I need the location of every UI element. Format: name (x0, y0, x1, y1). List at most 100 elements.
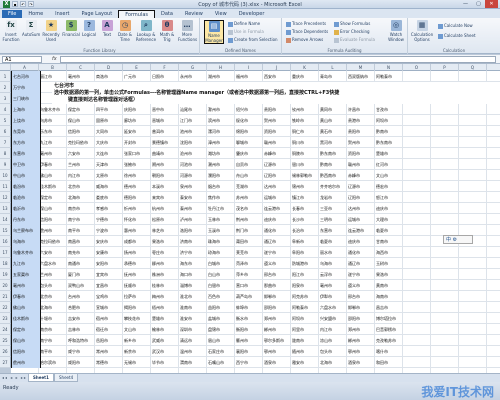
trace-precedents-button[interactable]: Trace Precedents (286, 20, 326, 27)
grid-cell[interactable]: 本溪市 (151, 181, 179, 192)
grid-cell[interactable]: 淮北市 (179, 291, 207, 302)
grid-cell[interactable]: 泰安市 (179, 192, 207, 203)
date-time-button[interactable]: ◷ Date & Time (116, 20, 134, 44)
grid-cell[interactable]: 楚雄市 (151, 313, 179, 324)
selected-cell[interactable]: 东莞市 (11, 126, 41, 137)
grid-cell[interactable]: 黄山市 (319, 115, 347, 126)
grid-cell[interactable]: 海东市 (179, 258, 207, 269)
row-header[interactable]: 26 (0, 346, 11, 357)
grid-cell[interactable]: 辽阳市 (263, 170, 291, 181)
grid-cell[interactable]: 拉萨市 (123, 291, 151, 302)
grid-cell[interactable]: 绥化市 (235, 115, 263, 126)
grid-cell[interactable]: 日照市 (151, 71, 179, 82)
selected-cell[interactable]: 保山市 (11, 335, 41, 346)
grid-cell[interactable]: 桂林市 (151, 280, 179, 291)
error-checking-button[interactable]: Error Checking (334, 28, 370, 35)
grid-cell[interactable]: 朔州市 (151, 159, 179, 170)
grid-cell[interactable]: 黔南市 (375, 126, 403, 137)
grid-cell[interactable]: 楚雄市 (375, 148, 403, 159)
grid-cell[interactable]: 晋城市 (151, 115, 179, 126)
selected-cell[interactable]: 佳木斯市 (11, 313, 41, 324)
grid-cell[interactable]: 宜昌市 (95, 280, 123, 291)
grid-cell[interactable]: 酒泉市 (263, 357, 291, 368)
grid-cell[interactable]: 亳州市 (319, 280, 347, 291)
row-header[interactable]: 8 (0, 148, 11, 159)
grid-cell[interactable]: 泸州市 (179, 214, 207, 225)
grid-cell[interactable]: 淄博市 (179, 280, 207, 291)
grid-cell[interactable]: 南平市 (39, 346, 67, 357)
selected-cell[interactable]: 乌海市 (11, 236, 41, 247)
grid-cell[interactable]: 喀什市 (375, 346, 403, 357)
grid-cell[interactable]: 临夏市 (319, 236, 347, 247)
logical-button[interactable]: ? Logical (80, 20, 98, 44)
grid-cell[interactable]: 牡丹江市 (207, 203, 235, 214)
grid-cell[interactable]: 三亚市 (319, 203, 347, 214)
grid-cell[interactable]: 鄂州市 (263, 346, 291, 357)
tab-review[interactable]: Review (179, 10, 209, 18)
grid-cell[interactable]: 沈阳市 (179, 137, 207, 148)
grid-cell[interactable]: 泉州市 (179, 181, 207, 192)
grid-cell[interactable]: 辽源市 (347, 181, 375, 192)
grid-cell[interactable]: 阳江市 (291, 269, 319, 280)
minimize-icon[interactable]: — (459, 0, 472, 8)
grid-cell[interactable]: 果洛市 (375, 269, 403, 280)
grid-cell[interactable]: 北京市 (67, 181, 95, 192)
grid-cell[interactable]: 甘南市 (375, 236, 403, 247)
selected-cell[interactable]: 信阳市 (11, 346, 41, 357)
grid-cell[interactable]: 衢州市 (235, 335, 263, 346)
grid-cell[interactable]: 兴安盟市 (319, 313, 347, 324)
column-header[interactable]: K (291, 64, 319, 71)
grid-cell[interactable]: 黄南市 (375, 280, 403, 291)
grid-cell[interactable]: 自贡市 (235, 159, 263, 170)
grid-cell[interactable]: 抚州市 (123, 269, 151, 280)
grid-cell[interactable]: 邵阳市 (263, 302, 291, 313)
grid-cell[interactable]: 揭阳市 (123, 302, 151, 313)
grid-cell[interactable]: 合肥市 (67, 302, 95, 313)
grid-cell[interactable]: 太原市 (95, 170, 123, 181)
selected-cell[interactable]: 东营市 (11, 148, 41, 159)
grid-cell[interactable]: 抚顺市 (123, 280, 151, 291)
grid-cell[interactable]: 亳州市 (39, 148, 67, 159)
grid-cell[interactable]: 宿州市 (95, 313, 123, 324)
column-header[interactable]: A (11, 64, 39, 71)
selected-cell[interactable]: 中卫市 (11, 159, 41, 170)
row-header[interactable]: 15 (0, 225, 11, 236)
grid-cell[interactable]: 绵阳市 (235, 126, 263, 137)
grid-cell[interactable]: 漳州市 (207, 137, 235, 148)
selected-cell[interactable]: 五家渠市 (11, 269, 41, 280)
sheet-nav-arrows[interactable]: ◂◂ ◂ ▸ ▸▸ (2, 375, 27, 380)
grid-cell[interactable]: 阿坝市 (375, 115, 403, 126)
grid-cell[interactable]: 肇庆市 (235, 148, 263, 159)
grid-cell[interactable]: 黔东南市 (319, 148, 347, 159)
grid-cell[interactable]: 延安市 (123, 126, 151, 137)
grid-cell[interactable]: 铜川市 (291, 137, 319, 148)
calculation-options-button[interactable]: ▦ Calculation Options (410, 20, 434, 44)
grid-cell[interactable]: 通辽市 (263, 236, 291, 247)
grid-cell[interactable]: 遵义市 (263, 258, 291, 269)
grid-cell[interactable]: 朝阳市 (151, 170, 179, 181)
grid-cell[interactable]: 赤峰市 (347, 170, 375, 181)
grid-cell[interactable]: 伊犁市 (319, 291, 347, 302)
grid-cell[interactable]: 随州市 (291, 346, 319, 357)
instruction-merged-cell[interactable]: 七台河市 选中数据源的第一列，单击公式Formulas---名称管理器Name … (52, 82, 500, 104)
grid-cell[interactable]: 那曲市 (263, 280, 291, 291)
grid-cell[interactable]: 保定市 (39, 192, 67, 203)
grid-cell[interactable]: 扬州市 (123, 247, 151, 258)
grid-cell[interactable]: 佳木斯市 (39, 181, 67, 192)
grid-cell[interactable]: 忻州市 (123, 203, 151, 214)
grid-cell[interactable]: 乌鲁木齐市 (39, 104, 67, 115)
grid-cell[interactable]: 丽水市 (319, 247, 347, 258)
grid-cell[interactable]: 博尔塔拉市 (375, 313, 403, 324)
grid-cell[interactable]: 阿克苏市 (291, 291, 319, 302)
selected-cell[interactable]: 保定市 (11, 324, 41, 335)
grid-cell[interactable]: 资阳市 (347, 148, 375, 159)
grid-cell[interactable]: 文山市 (375, 170, 403, 181)
grid-cell[interactable]: 荆州市 (235, 214, 263, 225)
grid-cell[interactable]: 南通市 (67, 258, 95, 269)
selected-cell[interactable]: 乌兰察布市 (11, 225, 41, 236)
grid-cell[interactable]: 信阳市 (67, 126, 95, 137)
grid-cell[interactable]: 衡水市 (235, 313, 263, 324)
grid-cell[interactable]: 临夏市 (375, 225, 403, 236)
grid-cell[interactable]: 郑州市 (347, 324, 375, 335)
grid-cell[interactable]: 海西市 (375, 247, 403, 258)
